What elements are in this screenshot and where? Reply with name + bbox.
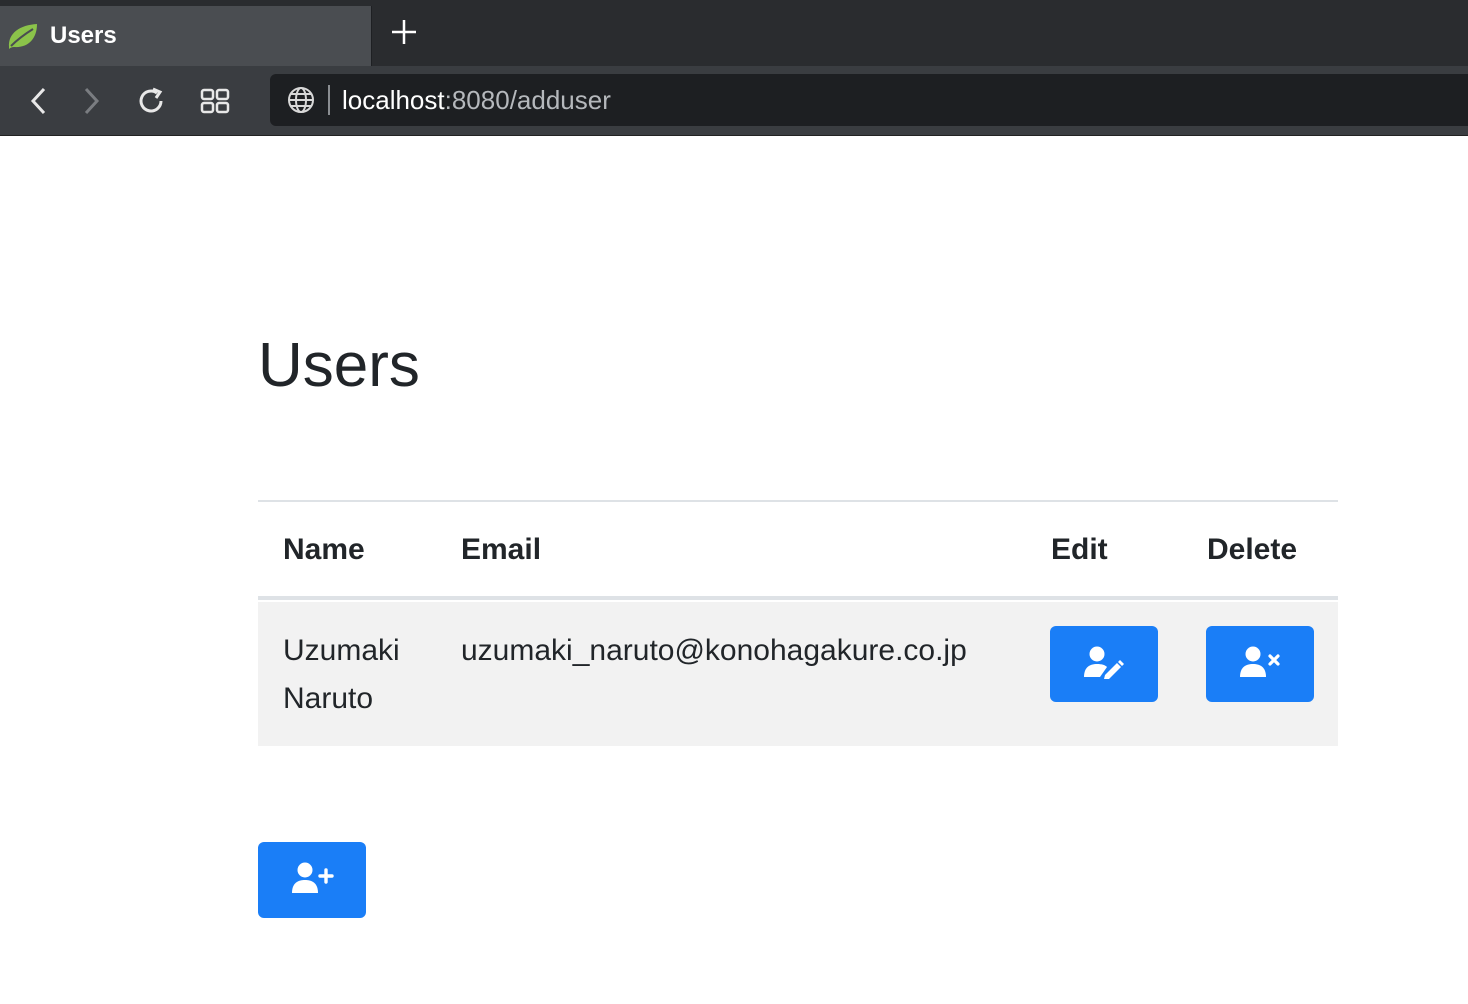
user-remove-icon <box>1239 645 1281 684</box>
tab-users[interactable]: Users <box>0 6 372 66</box>
column-header-email: Email <box>461 533 542 566</box>
delete-user-button[interactable] <box>1206 626 1314 702</box>
url-path: :8080/adduser <box>444 84 611 115</box>
chevron-right-icon[interactable] <box>70 80 112 122</box>
table-header <box>258 500 1338 600</box>
plus-icon[interactable] <box>384 12 424 52</box>
globe-icon <box>286 85 316 115</box>
user-name-cell: Uzumaki Naruto <box>283 634 400 715</box>
tab-title: Users <box>50 22 117 49</box>
tab-bar: Users <box>0 0 1468 66</box>
user-add-icon <box>290 861 334 900</box>
tabs-grid-icon[interactable] <box>194 80 236 122</box>
address-separator <box>328 85 330 115</box>
column-header-name: Name <box>283 533 365 566</box>
navigation-bar: localhost:8080/adduser <box>0 66 1468 136</box>
address-bar[interactable]: localhost:8080/adduser <box>270 74 1468 126</box>
column-header-edit: Edit <box>1051 533 1108 566</box>
spring-leaf-icon <box>6 19 40 53</box>
chevron-left-icon[interactable] <box>18 80 60 122</box>
reload-icon[interactable] <box>130 80 172 122</box>
user-edit-icon <box>1083 645 1125 684</box>
user-email-cell: uzumaki_naruto@konohagakure.co.jp <box>461 634 967 667</box>
add-user-button[interactable] <box>258 842 366 918</box>
url-host: localhost <box>342 84 445 115</box>
page-title: Users <box>258 331 420 400</box>
edit-user-button[interactable] <box>1050 626 1158 702</box>
column-header-delete: Delete <box>1207 533 1298 566</box>
browser-chrome: Users localhost:8080/adduser <box>0 0 1468 136</box>
